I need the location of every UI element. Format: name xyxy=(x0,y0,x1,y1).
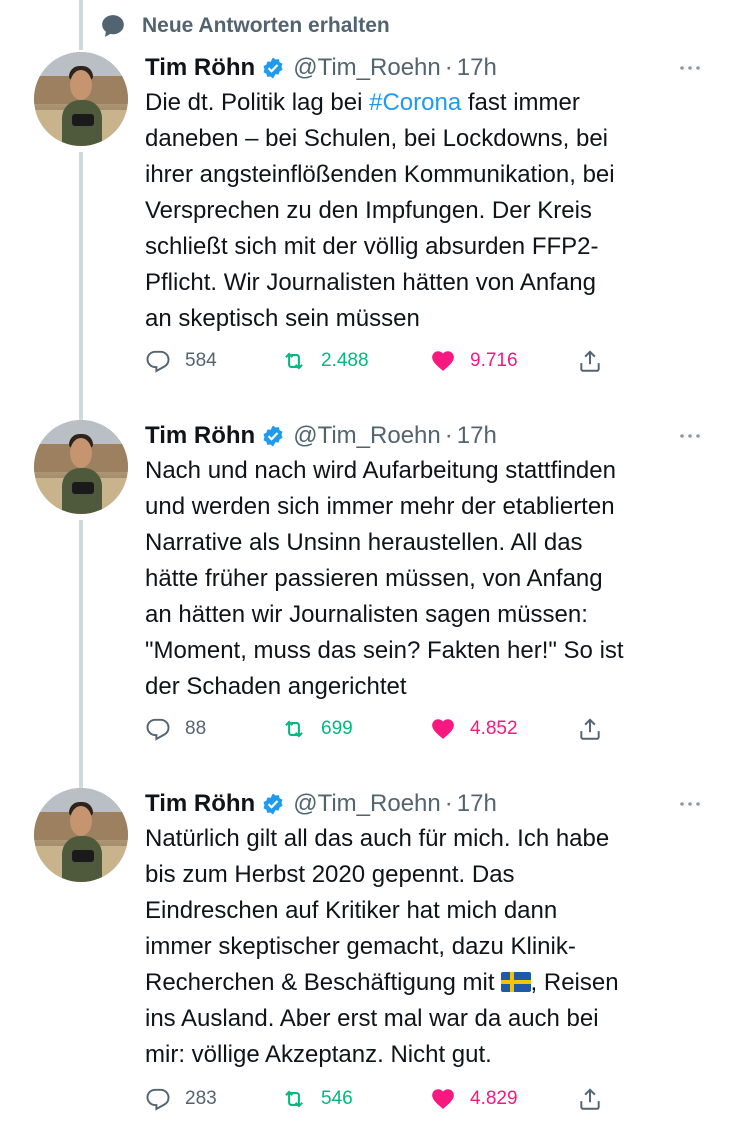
tweet-text: Die dt. Politik lag bei #Corona fast imm… xyxy=(145,89,615,332)
author-handle[interactable]: @Tim_Roehn xyxy=(293,54,441,82)
author-name[interactable]: Tim Röhn xyxy=(145,422,255,450)
like-count: 4.829 xyxy=(470,1088,518,1109)
like-button[interactable]: 4.852 xyxy=(430,714,518,744)
tweet-header: Tim Röhn @Tim_Roehn · 17h xyxy=(145,420,497,452)
retweet-icon xyxy=(285,352,303,370)
retweet-icon xyxy=(285,720,303,738)
author-name[interactable]: Tim Röhn xyxy=(145,790,255,818)
reply-icon xyxy=(146,350,170,373)
like-count: 4.852 xyxy=(470,718,518,739)
retweet-icon xyxy=(285,1090,303,1108)
tweet-header: Tim Röhn @Tim_Roehn · 17h xyxy=(145,788,497,820)
timestamp[interactable]: 17h xyxy=(457,422,497,450)
separator: · xyxy=(444,54,453,81)
share-button[interactable] xyxy=(577,714,617,744)
tweet-header: Tim Röhn @Tim_Roehn · 17h xyxy=(145,52,497,84)
reply-icon xyxy=(146,1088,170,1111)
more-options-icon[interactable] xyxy=(678,58,702,78)
retweet-button[interactable]: 699 xyxy=(281,714,353,744)
sweden-flag-icon xyxy=(500,972,531,992)
share-icon xyxy=(580,1088,600,1110)
header-label: Neue Antworten erhalten xyxy=(142,14,390,37)
reply-icon xyxy=(146,718,170,741)
heart-filled-icon xyxy=(432,1089,454,1109)
retweet-count: 2.488 xyxy=(321,350,369,371)
reply-button[interactable]: 584 xyxy=(145,346,217,376)
avatar[interactable] xyxy=(34,420,128,514)
hashtag-link[interactable]: #Corona xyxy=(369,89,461,116)
heart-filled-icon xyxy=(432,719,454,739)
like-count: 9.716 xyxy=(470,350,518,371)
tweet-text: Natürlich gilt all das auch für mich. Ic… xyxy=(145,825,619,1068)
timestamp[interactable]: 17h xyxy=(457,54,497,82)
avatar[interactable] xyxy=(34,788,128,882)
retweet-button[interactable]: 2.488 xyxy=(281,346,369,376)
like-button[interactable]: 9.716 xyxy=(430,346,518,376)
reply-count: 88 xyxy=(185,718,207,739)
tweet-actions: 283 546 4.829 xyxy=(145,1084,625,1114)
conversation-header: Neue Antworten erhalten xyxy=(100,12,390,40)
more-options-icon[interactable] xyxy=(678,426,702,446)
tweet-actions: 584 2.488 9.716 xyxy=(145,346,625,376)
verified-badge-icon xyxy=(263,425,283,447)
avatar[interactable] xyxy=(34,52,128,146)
separator: · xyxy=(444,790,453,817)
speech-bubble-icon xyxy=(102,15,124,37)
tweet[interactable]: Tim Röhn @Tim_Roehn · 17h Die dt. Politi… xyxy=(0,52,740,392)
tweet[interactable]: Tim Röhn @Tim_Roehn · 17h Nach und nach … xyxy=(0,420,740,760)
more-options-icon[interactable] xyxy=(678,794,702,814)
author-handle[interactable]: @Tim_Roehn xyxy=(293,422,441,450)
thread-connector xyxy=(79,0,83,50)
retweet-button[interactable]: 546 xyxy=(281,1084,353,1114)
share-icon xyxy=(580,350,600,372)
separator: · xyxy=(444,422,453,449)
author-name[interactable]: Tim Röhn xyxy=(145,54,255,82)
reply-button[interactable]: 88 xyxy=(145,714,206,744)
share-button[interactable] xyxy=(577,346,617,376)
reply-count: 584 xyxy=(185,350,217,371)
verified-badge-icon xyxy=(263,57,283,79)
share-icon xyxy=(580,718,600,740)
tweet-text: Nach und nach wird Aufarbeitung stattfin… xyxy=(145,457,624,700)
author-handle[interactable]: @Tim_Roehn xyxy=(293,790,441,818)
reply-button[interactable]: 283 xyxy=(145,1084,217,1114)
timestamp[interactable]: 17h xyxy=(457,790,497,818)
tweet[interactable]: Tim Röhn @Tim_Roehn · 17h Natürlich gilt… xyxy=(0,788,740,1128)
reply-count: 283 xyxy=(185,1088,217,1109)
retweet-count: 546 xyxy=(321,1088,353,1109)
share-button[interactable] xyxy=(577,1084,617,1114)
tweet-actions: 88 699 4.852 xyxy=(145,714,625,744)
heart-filled-icon xyxy=(432,351,454,371)
retweet-count: 699 xyxy=(321,718,353,739)
verified-badge-icon xyxy=(263,793,283,815)
like-button[interactable]: 4.829 xyxy=(430,1084,518,1114)
